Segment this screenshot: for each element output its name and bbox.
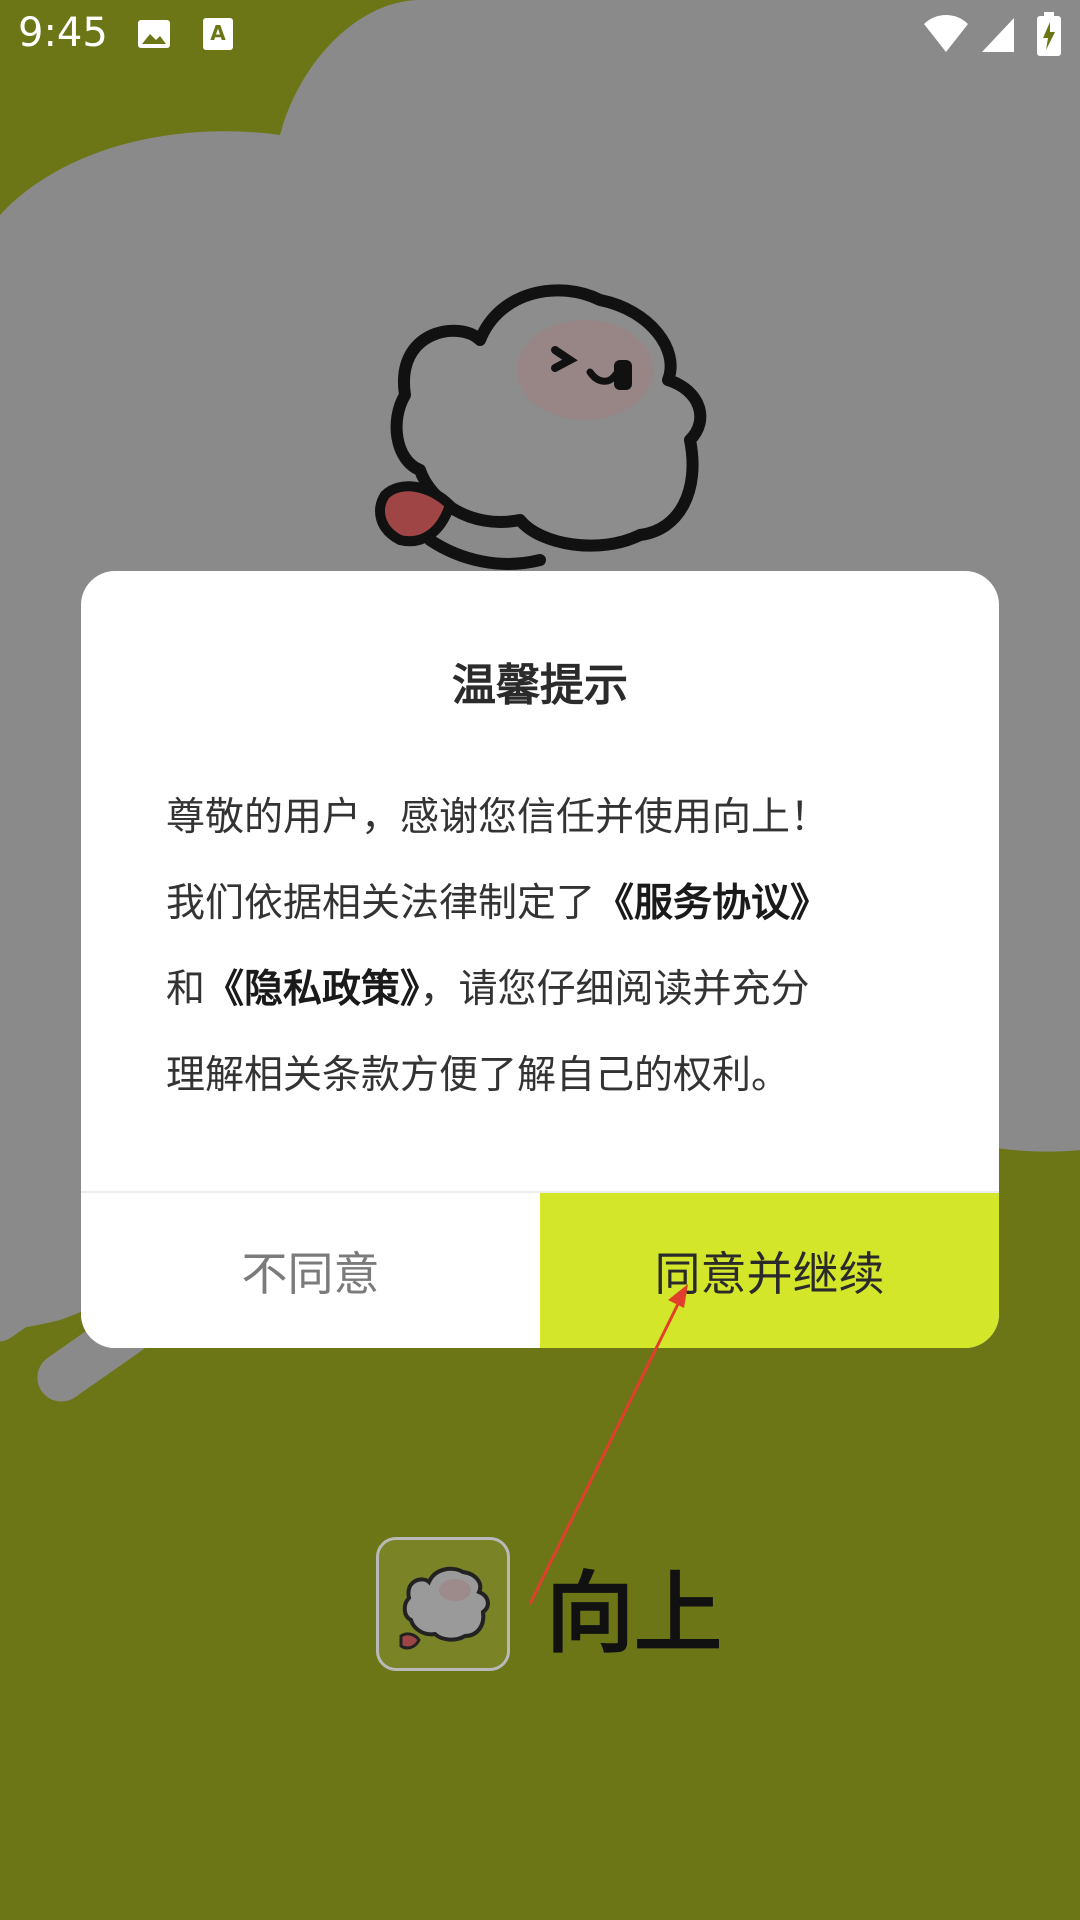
text-accessibility-icon: A bbox=[202, 16, 234, 56]
image-icon bbox=[136, 16, 172, 56]
dialog-line-3: 和《隐私政策》，请您仔细阅读并充分 bbox=[166, 947, 926, 1033]
dialog-title: 温馨提示 bbox=[452, 660, 628, 711]
dialog-line-2-text: 我们依据相关法律制定了 bbox=[166, 881, 596, 926]
battery-charging-icon bbox=[1036, 12, 1062, 60]
dialog-line-3-prefix: 和 bbox=[166, 967, 206, 1012]
terms-of-service-link[interactable]: 《服务协议》 bbox=[595, 881, 829, 926]
disagree-button[interactable]: 不同意 bbox=[81, 1193, 540, 1348]
privacy-policy-link[interactable]: 《隐私政策》 bbox=[205, 967, 420, 1012]
dialog-message: 尊敬的用户，感谢您信任并使用向上！ 我们依据相关法律制定了《服务协议》 和《隐私… bbox=[166, 775, 926, 1119]
mascot-logo-icon bbox=[376, 1537, 510, 1671]
status-bar: 9:45 A bbox=[0, 0, 1080, 72]
dialog-line-4: 理解相关条款方便了解自己的权利。 bbox=[166, 1053, 791, 1098]
app-name: 向上 bbox=[546, 1562, 723, 1665]
dialog-line-2: 我们依据相关法律制定了《服务协议》 bbox=[166, 861, 926, 947]
dialog-line-3-suffix: ，请您仔细阅读并充分 bbox=[419, 967, 810, 1012]
status-time: 9:45 bbox=[18, 10, 108, 56]
wifi-icon bbox=[922, 14, 970, 58]
mascot-illustration bbox=[375, 284, 707, 570]
signal-icon bbox=[980, 16, 1016, 58]
svg-text:A: A bbox=[210, 21, 226, 45]
dialog-line-1: 尊敬的用户，感谢您信任并使用向上！ bbox=[166, 795, 830, 840]
privacy-dialog: 温馨提示 尊敬的用户，感谢您信任并使用向上！ 我们依据相关法律制定了《服务协议》… bbox=[81, 571, 999, 1348]
agree-continue-button[interactable]: 同意并继续 bbox=[540, 1193, 999, 1348]
